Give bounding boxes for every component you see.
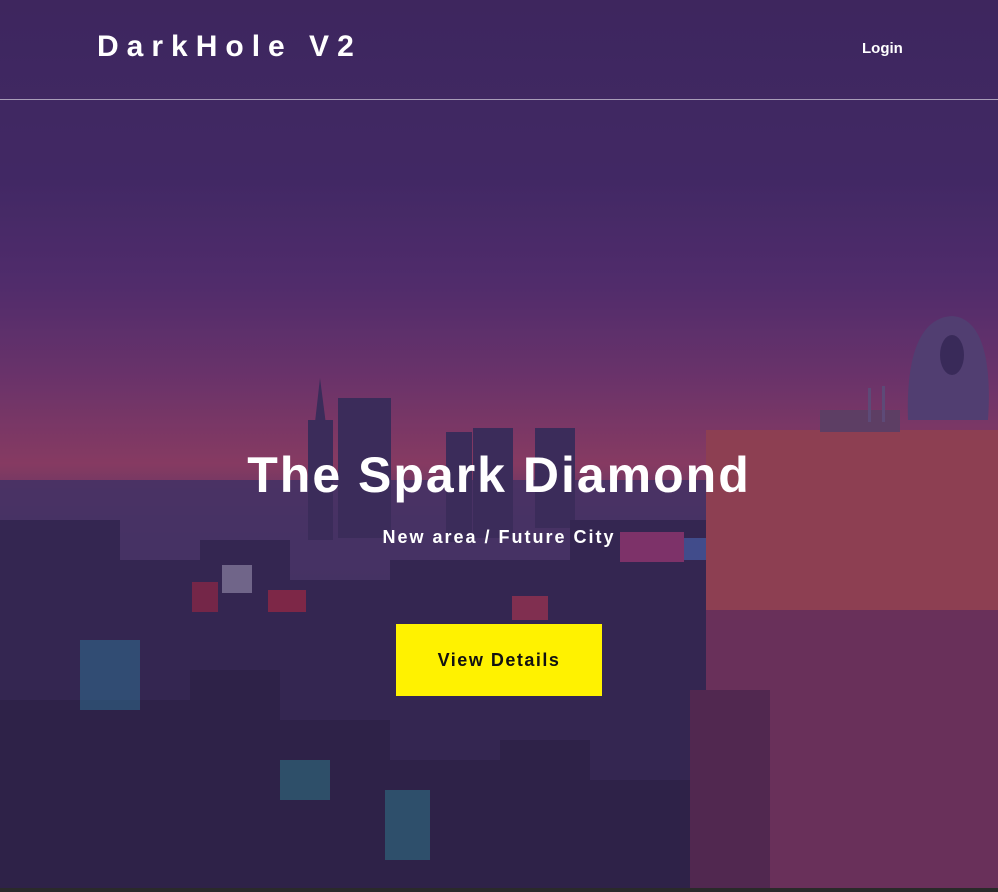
hero-section: The Spark Diamond New area / Future City xyxy=(0,440,998,548)
brand-logo[interactable]: DarkHole V2 xyxy=(97,30,362,64)
view-details-button[interactable]: View Details xyxy=(396,624,602,696)
site-header: DarkHole V2 Login xyxy=(0,0,998,100)
hero-title: The Spark Diamond xyxy=(247,447,751,503)
bottom-edge xyxy=(0,888,998,892)
page: DarkHole V2 Login The Spark Diamond New … xyxy=(0,0,998,892)
login-link[interactable]: Login xyxy=(862,40,903,57)
hero-subtitle: New area / Future City xyxy=(382,527,616,547)
